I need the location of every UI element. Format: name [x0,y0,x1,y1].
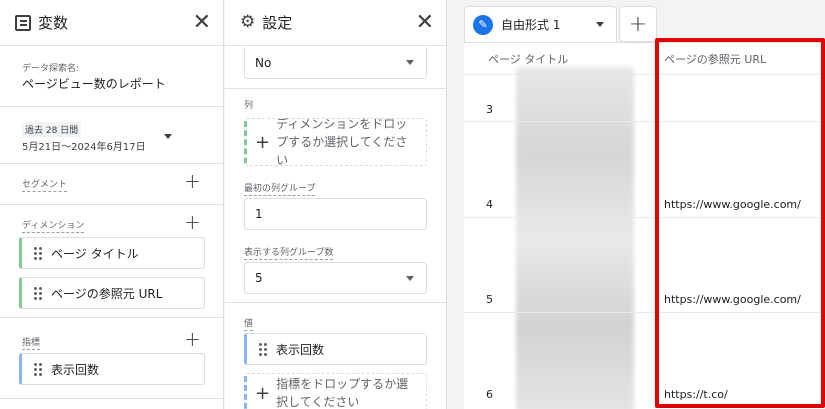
close-icon[interactable]: ✕ [193,11,211,34]
first-column-group-value: 1 [255,207,263,221]
values-chip-label: 表示回数 [276,342,325,357]
variables-header: 変数 ✕ [0,0,223,46]
redacted-page-titles [516,67,634,409]
date-preset-chip[interactable]: 過去 28 日間 [22,122,82,137]
add-segment-icon[interactable]: + [184,171,201,191]
segments-section: セグメント + [0,165,223,205]
columns-drop-text: ディメンションをドロップするか選択してください [276,117,408,167]
values-label: 値 [244,316,254,331]
chevron-down-icon[interactable] [596,22,604,27]
add-metric-icon[interactable]: + [184,329,201,349]
gear-icon: ⚙ [240,12,256,32]
add-icon: + [255,131,271,153]
tab-freeform-1[interactable]: ✎ 自由形式 1 [464,6,617,42]
variables-title: 変数 [38,14,69,32]
settings-title: 設定 [262,14,293,32]
variables-list-icon [15,14,31,31]
date-range-text[interactable]: 5月21日～2024年6月17日 [22,138,146,153]
dimension-chip-label: ページ タイトル [51,246,139,261]
first-column-group-label: 最初の列グループ [244,181,316,196]
drag-handle-icon[interactable] [34,246,42,260]
settings-top-select[interactable]: No [244,47,427,79]
exploration-name-label: データ探索名: [22,64,80,74]
column-header-page-title[interactable]: ページ タイトル [488,51,568,67]
segments-label: セグメント [22,177,68,192]
drag-handle-icon[interactable] [34,286,42,300]
date-dropdown-icon[interactable] [164,134,172,139]
values-chip-views[interactable]: 表示回数 [244,333,427,365]
exploration-name-input[interactable]: ページビュー数のレポート [22,75,166,92]
metrics-label: 指標 [22,335,41,350]
dimension-chip-page-title[interactable]: ページ タイトル [19,237,205,269]
dimension-chip-label: ページの参照元 URL [51,286,163,301]
chevron-down-icon [406,276,414,281]
metric-chip-views[interactable]: 表示回数 [19,353,205,385]
tab-label: 自由形式 1 [501,18,561,32]
exploration-name-section: データ探索名: ページビュー数のレポート [0,47,223,107]
close-icon[interactable]: ✕ [416,11,434,34]
drag-handle-icon[interactable] [259,342,267,356]
add-dimension-icon[interactable]: + [184,212,201,232]
chevron-down-icon [406,60,414,65]
drag-handle-icon[interactable] [34,362,42,376]
metric-chip-label: 表示回数 [51,362,100,377]
dimension-chip-referrer[interactable]: ページの参照元 URL [19,277,205,309]
date-range-section: 過去 28 日間 5月21日～2024年6月17日 [0,108,223,164]
canvas-area: ✎ 自由形式 1 + ページ タイトル ページの参照元 URL 3 4 http… [448,0,825,409]
row-number: 3 [486,103,493,116]
add-tab-button[interactable]: + [619,6,657,42]
settings-header: ⚙ 設定 ✕ [225,0,446,46]
row-number: 6 [486,388,493,401]
settings-top-select-value: No [255,55,272,70]
values-drop-text: 指標をドロップするか選択してください [276,377,409,409]
show-column-groups-value: 5 [255,271,263,285]
pencil-icon: ✎ [473,14,493,35]
add-icon: + [255,382,271,404]
row-number: 5 [486,293,493,306]
show-column-groups-select[interactable]: 5 [244,262,427,294]
values-drop-zone[interactable]: + 指標をドロップするか選択してください [244,373,427,409]
highlight-box [655,38,825,408]
columns-label: 列 [244,101,254,111]
columns-drop-zone[interactable]: + ディメンションをドロップするか選択してください [244,117,427,167]
variables-panel: 変数 ✕ データ探索名: ページビュー数のレポート 過去 28 日間 5月21日… [0,0,224,409]
dimensions-label: ディメンション [22,218,85,233]
row-number: 4 [486,198,493,211]
first-column-group-input[interactable]: 1 [244,198,427,230]
show-column-groups-label: 表示する列グループ数 [244,245,334,260]
